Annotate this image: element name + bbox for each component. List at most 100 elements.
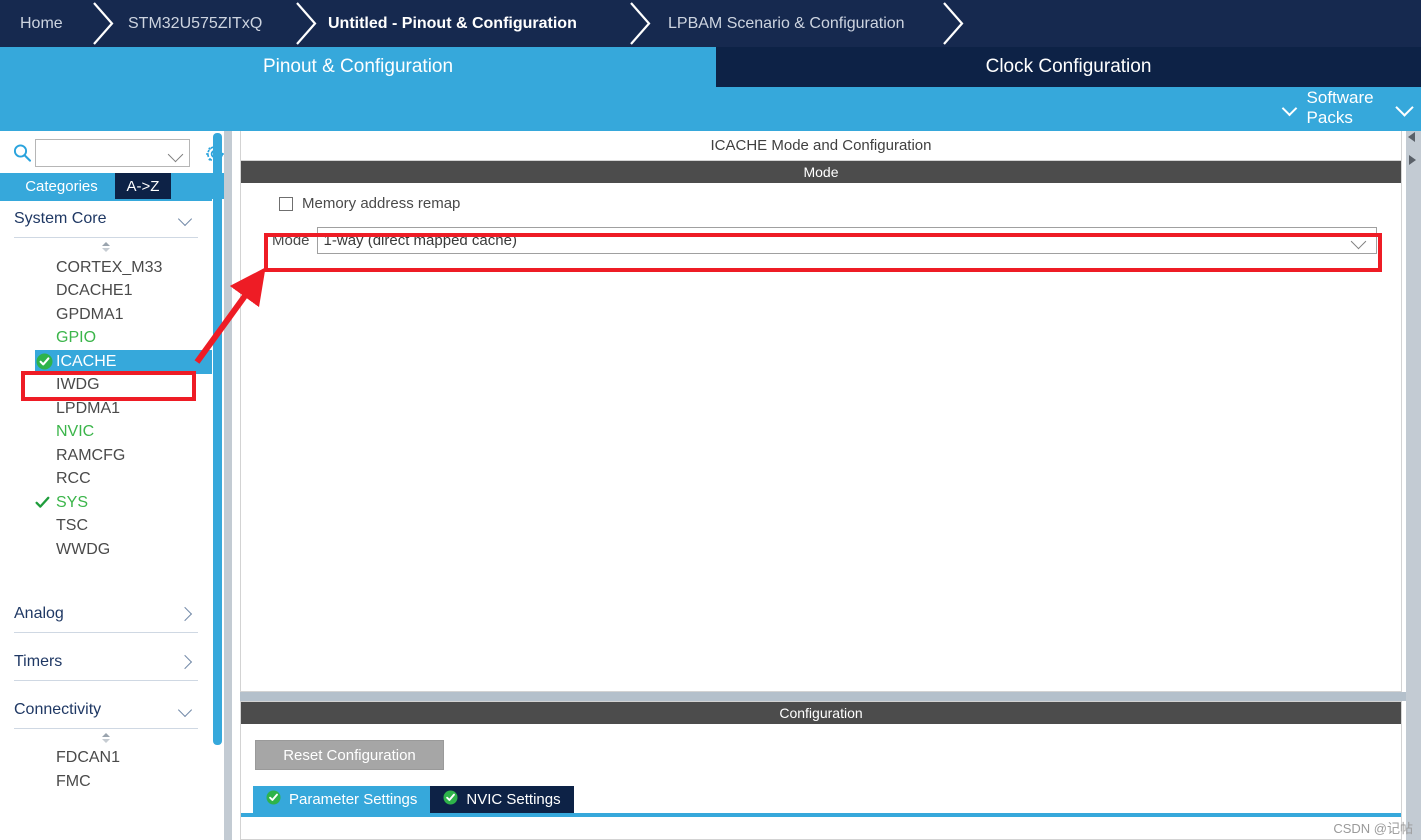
chevron-down-icon[interactable]	[1395, 97, 1417, 119]
breadcrumb-separator-icon	[938, 0, 968, 47]
tab-underline	[241, 813, 1401, 817]
sidebar-item-nvic[interactable]: NVIC	[0, 421, 212, 445]
peripheral-label: IWDG	[56, 376, 100, 394]
search-row	[0, 136, 231, 172]
check-circle-icon	[266, 790, 281, 809]
sidebar-item-cortex-m33[interactable]: CORTEX_M33	[0, 256, 212, 280]
scroll-right-arrow-icon[interactable]	[1404, 152, 1420, 168]
chevron-down-icon	[178, 211, 194, 227]
sidebar-item-tsc[interactable]: TSC	[0, 515, 212, 539]
breadcrumb-item-device[interactable]: STM32U575ZITxQ	[122, 0, 302, 47]
sidebar-group-timers[interactable]: Timers	[14, 644, 198, 681]
memory-address-remap-row[interactable]: Memory address remap	[279, 195, 460, 212]
memory-address-remap-label: Memory address remap	[302, 195, 461, 212]
configuration-tab-bar: Parameter Settings NVIC Settings	[253, 786, 574, 813]
tab-label: NVIC Settings	[466, 791, 561, 808]
sidebar-item-rcc[interactable]: RCC	[0, 468, 212, 492]
peripheral-label: ICACHE	[56, 352, 117, 370]
peripheral-label: DCACHE1	[56, 282, 133, 300]
sidebar-item-dcache1[interactable]: DCACHE1	[0, 280, 212, 304]
sidebar-item-fmc[interactable]: FMC	[0, 770, 212, 794]
panel-title: ICACHE Mode and Configuration	[241, 131, 1401, 161]
mode-field-row: Mode 1-way (direct mapped cache)	[272, 227, 1377, 254]
sidebar-item-lpdma1[interactable]: LPDMA1	[0, 397, 212, 421]
breadcrumb-label: Untitled - Pinout & Configuration	[328, 14, 577, 32]
sidebar-scrollbar-thumb[interactable]	[213, 133, 222, 745]
peripheral-label: CORTEX_M33	[56, 258, 163, 276]
breadcrumb-item-lpbam[interactable]: LPBAM Scenario & Configuration	[662, 0, 962, 47]
mode-field-label: Mode	[272, 232, 310, 249]
sidebar-item-gpdma1[interactable]: GPDMA1	[0, 303, 212, 327]
sidebar-group-system-core[interactable]: System Core	[14, 201, 198, 238]
configuration-section-header: Configuration	[241, 702, 1401, 724]
memory-address-remap-checkbox[interactable]	[279, 196, 293, 211]
sidebar-item-wwdg[interactable]: WWDG	[0, 538, 212, 562]
peripheral-tree: System Core CORTEX_M33 DCACHE1 GPDMA1 GP…	[0, 199, 212, 840]
group-label: System Core	[14, 210, 107, 227]
peripheral-label: GPDMA1	[56, 305, 124, 323]
breadcrumb-item-project[interactable]: Untitled - Pinout & Configuration	[322, 0, 632, 47]
tab-parameter-settings[interactable]: Parameter Settings	[253, 786, 431, 813]
check-circle-icon	[36, 353, 53, 370]
icache-mode-panel: ICACHE Mode and Configuration Mode Memor…	[240, 131, 1402, 692]
breadcrumb: Home STM32U575ZITxQ Untitled - Pinout & …	[0, 0, 1421, 47]
breadcrumb-label: Home	[20, 14, 63, 32]
sidebar: Categories A->Z System Core CORTEX_M33 D…	[0, 131, 232, 840]
tab-label: Pinout & Configuration	[262, 56, 454, 77]
breadcrumb-separator-icon	[625, 0, 655, 47]
tab-clock-configuration[interactable]: Clock Configuration	[716, 47, 1421, 87]
sidebar-item-sys[interactable]: SYS	[0, 491, 212, 515]
peripheral-label: NVIC	[56, 423, 95, 441]
mode-select-value: 1-way (direct mapped cache)	[323, 232, 517, 249]
search-input[interactable]	[40, 143, 170, 163]
group-label: Timers	[14, 652, 63, 670]
mode-section-header: Mode	[241, 161, 1401, 183]
sidebar-item-ramcfg[interactable]: RAMCFG	[0, 444, 212, 468]
chevron-down-icon	[1350, 233, 1367, 250]
main-scrollbar-track[interactable]	[1406, 131, 1421, 840]
chevron-down-icon[interactable]	[167, 146, 184, 163]
search-box[interactable]	[35, 139, 190, 167]
breadcrumb-item-home[interactable]: Home	[14, 0, 94, 47]
sidebar-item-fdcan1[interactable]: FDCAN1	[0, 747, 212, 771]
sidebar-group-connectivity[interactable]: Connectivity	[14, 692, 198, 729]
mode-panel-body: Memory address remap Mode 1-way (direct …	[241, 183, 1401, 690]
peripheral-label: SYS	[56, 493, 89, 511]
peripheral-label: FDCAN1	[56, 749, 121, 767]
mode-select[interactable]: 1-way (direct mapped cache)	[316, 227, 1377, 254]
chevron-right-icon	[178, 606, 194, 622]
tab-pinout-configuration[interactable]: Pinout & Configuration	[0, 47, 716, 87]
tab-a-to-z[interactable]: A->Z	[115, 173, 171, 199]
peripheral-label: RCC	[56, 470, 91, 488]
breadcrumb-label: LPBAM Scenario & Configuration	[668, 14, 905, 32]
search-icon	[12, 143, 32, 163]
sidebar-scrollbar-track[interactable]	[224, 131, 232, 840]
scroll-up-spinner[interactable]	[0, 238, 212, 256]
sidebar-item-icache[interactable]: ICACHE	[35, 350, 212, 374]
tab-label: Clock Configuration	[985, 56, 1152, 77]
panel-splitter[interactable]	[240, 692, 1415, 701]
watermark: CSDN @记帖	[1333, 821, 1413, 836]
chevron-down-icon	[1283, 101, 1298, 116]
tab-label: Categories	[25, 177, 98, 195]
reset-configuration-button[interactable]: Reset Configuration	[255, 740, 444, 770]
sidebar-group-analog[interactable]: Analog	[14, 596, 198, 633]
sidebar-item-iwdg[interactable]: IWDG	[0, 374, 212, 398]
peripheral-label: GPIO	[56, 329, 97, 347]
chevron-right-icon	[178, 654, 194, 670]
breadcrumb-label: STM32U575ZITxQ	[128, 14, 263, 32]
sidebar-tab-bar: Categories A->Z	[0, 173, 231, 199]
scroll-left-arrow-icon[interactable]	[1404, 129, 1420, 145]
peripheral-label: FMC	[56, 772, 91, 790]
tab-label: A->Z	[126, 177, 160, 195]
check-circle-icon	[443, 790, 458, 809]
breadcrumb-separator-icon	[88, 0, 118, 47]
peripheral-label: WWDG	[56, 540, 111, 558]
sidebar-item-gpio[interactable]: GPIO	[0, 327, 212, 351]
tab-nvic-settings[interactable]: NVIC Settings	[430, 786, 574, 813]
tab-categories[interactable]: Categories	[8, 173, 115, 199]
scroll-up-spinner[interactable]	[0, 729, 212, 747]
check-icon	[34, 494, 51, 511]
peripheral-label: TSC	[56, 517, 88, 535]
breadcrumb-separator-icon	[291, 0, 321, 47]
